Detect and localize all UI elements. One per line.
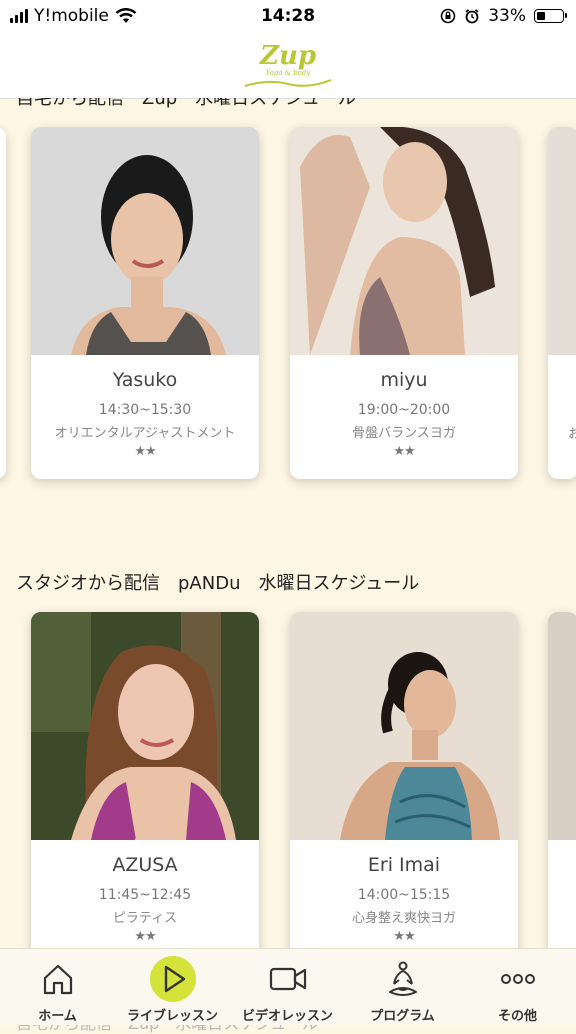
more-icon bbox=[500, 974, 535, 984]
lesson-card[interactable]: AZUSA 11:45~12:45 ピラティス ★★ bbox=[31, 612, 259, 964]
lesson-card-partial[interactable]: お bbox=[548, 127, 576, 479]
app-header: Zup Yoga & body bbox=[0, 34, 576, 99]
lesson-time: 19:00~20:00 bbox=[357, 402, 451, 418]
logo-swoosh bbox=[244, 79, 332, 87]
instructor-photo bbox=[290, 127, 518, 355]
lesson-category: オリエンタルアジャストメント bbox=[54, 426, 236, 441]
instructor-name: AZUSA bbox=[112, 854, 178, 876]
tab-program[interactable]: プログラム bbox=[345, 949, 460, 1025]
meditation-icon bbox=[388, 961, 417, 996]
lesson-category: 心身整え爽快ヨガ bbox=[351, 911, 456, 926]
lesson-category: ピラティス bbox=[112, 911, 178, 926]
tab-bar: ホーム ライブレッスン ビデオレッスン プログラム その他 bbox=[0, 948, 576, 1025]
tab-home[interactable]: ホーム bbox=[0, 949, 115, 1025]
section-title: スタジオから配信 pANDu 水曜日スケジュール bbox=[16, 573, 420, 594]
play-icon bbox=[149, 956, 196, 1002]
lesson-category-partial: お bbox=[568, 427, 576, 442]
alarm-icon bbox=[465, 9, 479, 24]
home-icon bbox=[43, 964, 72, 995]
tab-video-lesson[interactable]: ビデオレッスン bbox=[230, 949, 345, 1025]
rotation-lock-icon bbox=[440, 8, 456, 24]
instructor-name: Yasuko bbox=[112, 369, 178, 391]
difficulty-stars: ★★ bbox=[134, 929, 156, 944]
lesson-time: 14:30~15:30 bbox=[98, 402, 192, 418]
instructor-photo bbox=[31, 612, 259, 840]
difficulty-stars: ★★ bbox=[393, 929, 415, 944]
video-camera-icon bbox=[269, 967, 306, 991]
lesson-time: 11:45~12:45 bbox=[98, 887, 192, 903]
lesson-time: 14:00~15:15 bbox=[357, 887, 451, 903]
instructor-name: miyu bbox=[380, 369, 428, 391]
lesson-card-partial[interactable] bbox=[548, 612, 576, 964]
status-bar: Y!mobile 14:28 33% bbox=[0, 0, 576, 34]
lesson-category: 骨盤バランスヨガ bbox=[352, 426, 456, 441]
battery-percent: 33% bbox=[488, 6, 526, 26]
battery-icon bbox=[534, 9, 567, 23]
lesson-card[interactable]: Eri Imai 14:00~15:15 心身整え爽快ヨガ ★★ bbox=[290, 612, 518, 964]
schedule-row[interactable]: AZUSA 11:45~12:45 ピラティス ★★ Eri Imai 14:0… bbox=[0, 612, 576, 972]
difficulty-stars: ★★ bbox=[393, 444, 415, 459]
schedule-row[interactable]: Yasuko 14:30~15:30 オリエンタルアジャストメント ★★ miy… bbox=[0, 127, 576, 487]
lesson-card[interactable]: miyu 19:00~20:00 骨盤バランスヨガ ★★ bbox=[290, 127, 518, 479]
tab-live-lesson[interactable]: ライブレッスン bbox=[115, 949, 230, 1025]
tab-more[interactable]: その他 bbox=[460, 949, 575, 1025]
instructor-name: Eri Imai bbox=[367, 854, 441, 876]
difficulty-stars: ★★ bbox=[134, 444, 156, 459]
instructor-photo bbox=[31, 127, 259, 355]
lesson-card[interactable]: Yasuko 14:30~15:30 オリエンタルアジャストメント ★★ bbox=[31, 127, 259, 479]
zup-logo[interactable]: Zup Yoga & body bbox=[243, 43, 333, 89]
lesson-card-partial[interactable] bbox=[0, 127, 6, 479]
instructor-photo bbox=[290, 612, 518, 840]
